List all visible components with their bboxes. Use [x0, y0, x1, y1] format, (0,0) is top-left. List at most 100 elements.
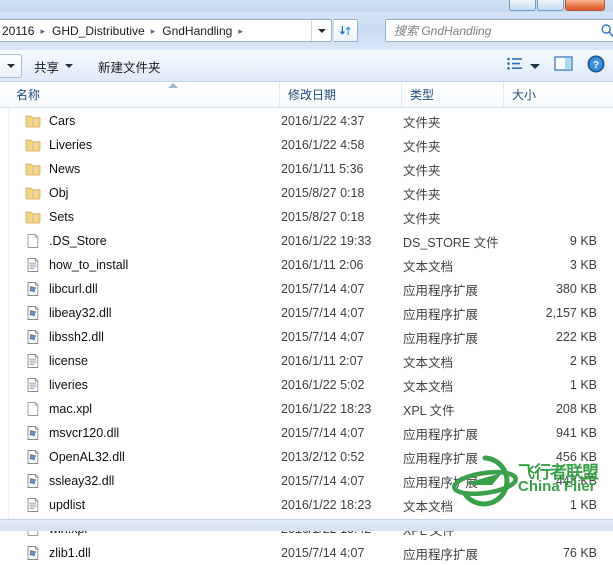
table-row[interactable]: OpenAL32.dll2013/2/12 0:52应用程序扩展456 KB: [9, 445, 605, 469]
file-name-cell[interactable]: liveries: [25, 377, 88, 393]
table-row[interactable]: liveries2016/1/22 5:02文本文档1 KB: [9, 373, 605, 397]
file-date-cell: 2015/7/14 4:07: [281, 546, 364, 560]
minimize-button[interactable]: [509, 0, 536, 11]
dll-file-icon: [25, 329, 41, 345]
folder-icon: [25, 161, 41, 177]
table-row[interactable]: .DS_Store2016/1/22 19:33DS_STORE 文件9 KB: [9, 229, 605, 253]
breadcrumb-item-0[interactable]: 20116: [0, 23, 37, 39]
file-name-label: News: [49, 162, 80, 176]
dll-file-icon: [25, 281, 41, 297]
column-header-name[interactable]: 名称: [8, 82, 280, 107]
table-row[interactable]: libcurl.dll2015/7/14 4:07应用程序扩展380 KB: [9, 277, 605, 301]
views-dropdown-icon[interactable]: [530, 64, 540, 69]
window-bottom-edge: [0, 519, 613, 531]
table-row[interactable]: mac.xpl2016/1/22 18:23XPL 文件208 KB: [9, 397, 605, 421]
breadcrumb-separator-icon[interactable]: ▸: [235, 26, 247, 37]
table-row[interactable]: ssleay32.dll2015/7/14 4:07应用程序扩展448 KB: [9, 469, 605, 493]
file-name-label: Cars: [49, 114, 75, 128]
chevron-down-icon: [318, 29, 326, 33]
views-list-icon[interactable]: [506, 56, 524, 77]
organize-button[interactable]: [0, 54, 22, 78]
table-row[interactable]: license2016/1/11 2:07文本文档2 KB: [9, 349, 605, 373]
column-header-type[interactable]: 类型: [402, 82, 504, 107]
file-name-cell[interactable]: license: [25, 353, 88, 369]
file-name-cell[interactable]: News: [25, 161, 80, 177]
file-date-cell: 2015/7/14 4:07: [281, 426, 364, 440]
file-type-cell: 文件夹: [403, 160, 441, 179]
file-date-cell: 2016/1/22 18:23: [281, 402, 371, 416]
table-row[interactable]: updlist2016/1/22 18:23文本文档1 KB: [9, 493, 605, 517]
table-row[interactable]: Obj2015/8/27 0:18文件夹: [9, 181, 605, 205]
address-bar[interactable]: 20116 ▸ GHD_Distributive ▸ GndHandling ▸: [0, 19, 332, 42]
table-row[interactable]: libssh2.dll2015/7/14 4:07应用程序扩展222 KB: [9, 325, 605, 349]
table-row[interactable]: Cars2016/1/22 4:37文件夹: [9, 109, 605, 133]
breadcrumb-item-2[interactable]: GndHandling: [159, 23, 235, 39]
refresh-button[interactable]: [334, 19, 358, 42]
maximize-button[interactable]: [537, 0, 564, 11]
column-header-date-modified[interactable]: 修改日期: [280, 82, 402, 107]
breadcrumb-separator-icon[interactable]: ▸: [37, 26, 49, 37]
file-name-label: liveries: [49, 378, 88, 392]
share-button[interactable]: 共享: [28, 50, 79, 82]
search-icon[interactable]: [600, 22, 613, 45]
file-name-cell[interactable]: zlib1.dll: [25, 545, 91, 561]
file-name-label: Liveries: [49, 138, 92, 152]
help-icon[interactable]: ?: [587, 55, 605, 78]
file-name-label: license: [49, 354, 88, 368]
file-name-cell[interactable]: how_to_install: [25, 257, 128, 273]
column-header-size-label: 大小: [512, 86, 536, 103]
file-date-cell: 2013/2/12 0:52: [281, 450, 364, 464]
breadcrumb: 20116 ▸ GHD_Distributive ▸ GndHandling ▸: [0, 23, 247, 39]
file-type-cell: 文本文档: [403, 496, 453, 515]
file-name-cell[interactable]: libeay32.dll: [25, 305, 112, 321]
table-row[interactable]: msvcr120.dll2015/7/14 4:07应用程序扩展941 KB: [9, 421, 605, 445]
dll-file-icon: [25, 305, 41, 321]
file-type-cell: 文件夹: [403, 208, 441, 227]
file-name-cell[interactable]: Cars: [25, 113, 75, 129]
breadcrumb-separator-icon[interactable]: ▸: [148, 26, 160, 37]
file-name-cell[interactable]: ssleay32.dll: [25, 473, 114, 489]
file-date-cell: 2016/1/11 2:07: [281, 354, 363, 368]
file-date-cell: 2016/1/22 18:23: [281, 498, 371, 512]
close-button[interactable]: [565, 0, 605, 11]
file-name-cell[interactable]: msvcr120.dll: [25, 425, 119, 441]
dll-file-icon: [25, 425, 41, 441]
file-size-cell: 456 KB: [505, 450, 597, 464]
file-size-cell: 9 KB: [505, 234, 597, 248]
file-name-cell[interactable]: libcurl.dll: [25, 281, 98, 297]
column-header-type-label: 类型: [410, 86, 434, 103]
chevron-down-icon: [65, 64, 73, 68]
file-name-cell[interactable]: OpenAL32.dll: [25, 449, 125, 465]
table-row[interactable]: how_to_install2016/1/11 2:06文本文档3 KB: [9, 253, 605, 277]
file-name-label: updlist: [49, 498, 85, 512]
file-list[interactable]: Cars2016/1/22 4:37文件夹Liveries2016/1/22 4…: [8, 109, 605, 519]
table-row[interactable]: Sets2015/8/27 0:18文件夹: [9, 205, 605, 229]
file-name-cell[interactable]: .DS_Store: [25, 233, 107, 249]
file-name-cell[interactable]: libssh2.dll: [25, 329, 104, 345]
new-folder-button[interactable]: 新建文件夹: [92, 50, 167, 82]
text-file-icon: [25, 497, 41, 513]
file-name-cell[interactable]: Liveries: [25, 137, 92, 153]
file-type-cell: 文本文档: [403, 256, 453, 275]
table-row[interactable]: News2016/1/11 5:36文件夹: [9, 157, 605, 181]
toolbar-right-group: ?: [506, 50, 611, 82]
file-type-cell: 应用程序扩展: [403, 472, 478, 491]
address-bar-dropdown-button[interactable]: [311, 20, 331, 41]
new-folder-label: 新建文件夹: [98, 57, 161, 76]
table-row[interactable]: libeay32.dll2015/7/14 4:07应用程序扩展2,157 KB: [9, 301, 605, 325]
preview-pane-icon[interactable]: [554, 55, 573, 77]
address-bar-row: 20116 ▸ GHD_Distributive ▸ GndHandling ▸…: [0, 12, 613, 50]
file-name-cell[interactable]: updlist: [25, 497, 85, 513]
share-label: 共享: [34, 57, 59, 76]
table-row[interactable]: Liveries2016/1/22 4:58文件夹: [9, 133, 605, 157]
file-name-cell[interactable]: mac.xpl: [25, 401, 92, 417]
breadcrumb-item-1[interactable]: GHD_Distributive: [49, 23, 148, 39]
search-input[interactable]: 搜索 GndHandling: [385, 19, 613, 42]
table-row[interactable]: zlib1.dll2015/7/14 4:07应用程序扩展76 KB: [9, 541, 605, 565]
file-name-cell[interactable]: Obj: [25, 185, 68, 201]
file-size-cell: 448 KB: [505, 474, 597, 488]
column-header-size[interactable]: 大小: [504, 82, 605, 107]
file-name-label: how_to_install: [49, 258, 128, 272]
dll-file-icon: [25, 473, 41, 489]
file-name-cell[interactable]: Sets: [25, 209, 74, 225]
